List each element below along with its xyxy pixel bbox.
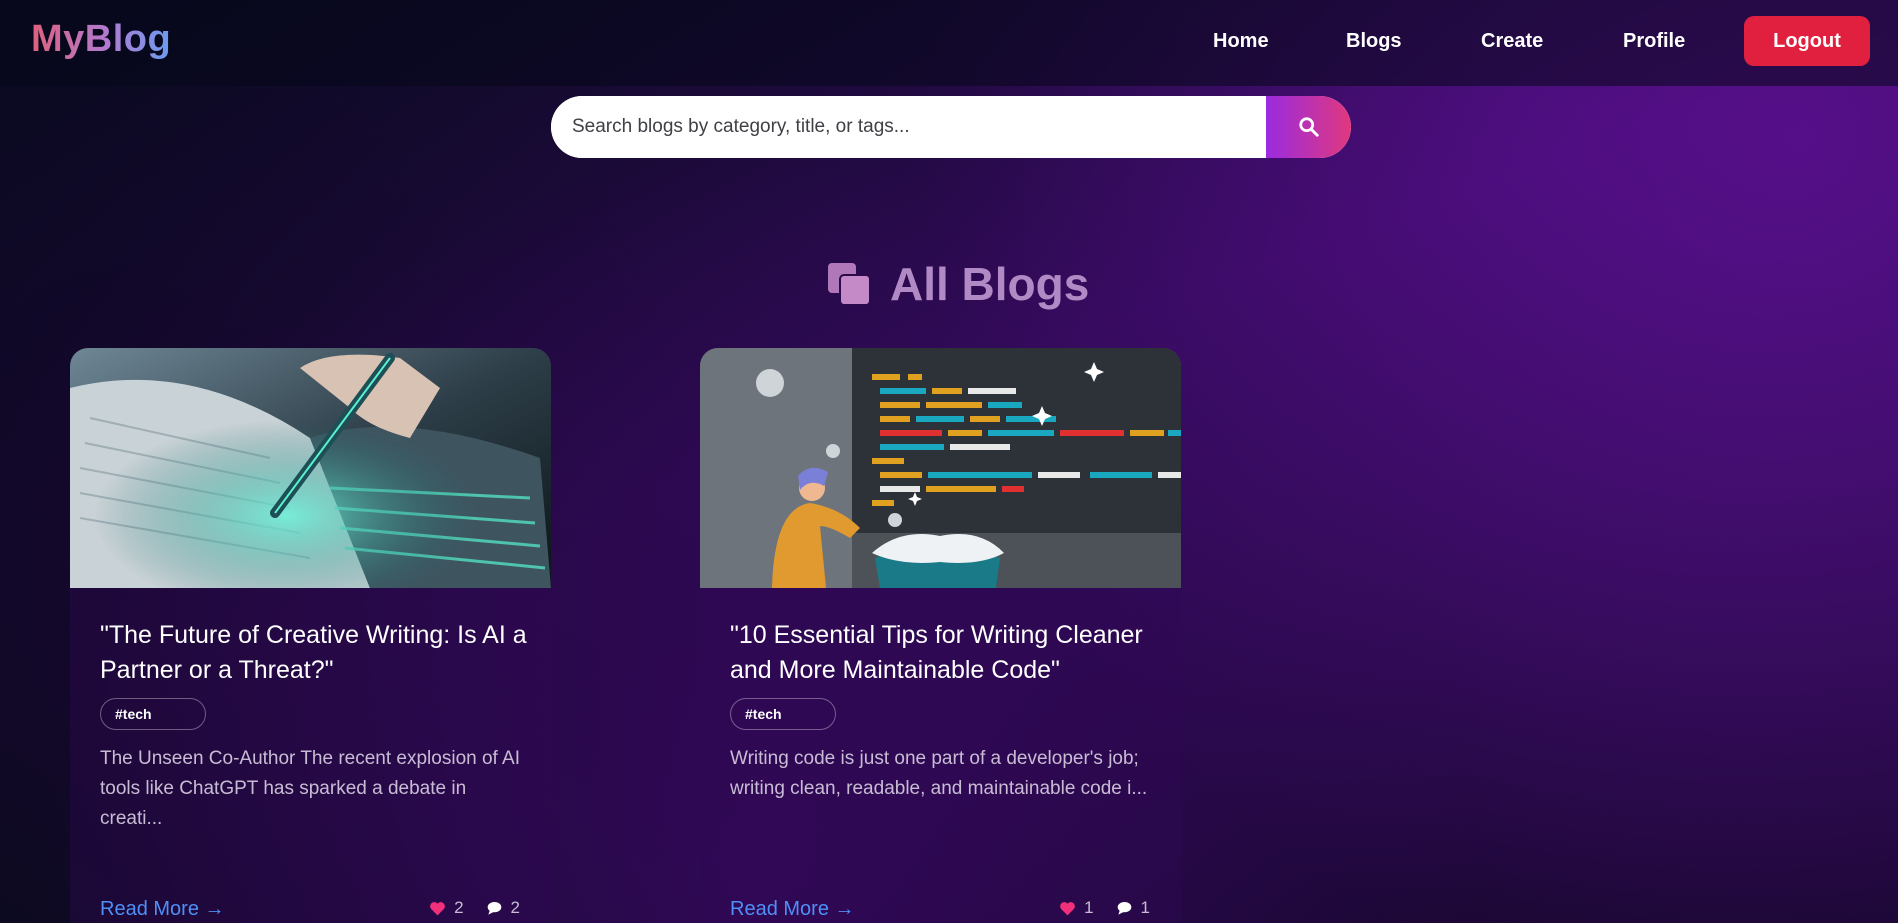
- comment-count-value: 2: [510, 898, 520, 917]
- comment-icon: [1117, 901, 1131, 915]
- comment-count[interactable]: 2: [486, 898, 520, 918]
- page-title: All Blogs: [890, 258, 1090, 310]
- comment-count-value: 1: [1140, 898, 1150, 917]
- card-body: "10 Essential Tips for Writing Cleaner a…: [730, 618, 1160, 804]
- blog-cover-image: [70, 348, 551, 588]
- brand-logo[interactable]: MyBlog: [31, 18, 171, 61]
- blog-excerpt: Writing code is just one part of a devel…: [730, 748, 1148, 799]
- card-stats: 1 1: [1037, 898, 1150, 918]
- logout-button[interactable]: Logout: [1744, 16, 1870, 66]
- blog-cover-image: [700, 348, 1181, 588]
- card-footer: Read More → 2 2: [100, 894, 520, 923]
- tag-badge[interactable]: #tech: [730, 698, 836, 730]
- card-body: "The Future of Creative Writing: Is AI a…: [100, 618, 530, 834]
- copy-icon: [828, 263, 871, 306]
- comment-icon: [487, 901, 501, 915]
- read-more-link[interactable]: Read More →: [730, 898, 855, 921]
- search-icon: [1298, 117, 1319, 137]
- search-button[interactable]: [1266, 96, 1351, 158]
- like-count-value: 1: [1084, 898, 1094, 917]
- nav-link-blogs[interactable]: Blogs: [1346, 30, 1402, 53]
- card-footer: Read More → 1 1: [730, 894, 1150, 923]
- tag-badge[interactable]: #tech: [100, 698, 206, 730]
- blog-title[interactable]: "The Future of Creative Writing: Is AI a…: [100, 618, 530, 688]
- search-bar: [551, 96, 1351, 158]
- blog-excerpt: The Unseen Co-Author The recent explosio…: [100, 748, 521, 829]
- nav-link-home[interactable]: Home: [1213, 30, 1269, 53]
- read-more-link[interactable]: Read More →: [100, 898, 225, 921]
- heart-icon: [1060, 901, 1075, 915]
- blog-card[interactable]: "10 Essential Tips for Writing Cleaner a…: [700, 348, 1181, 923]
- like-count-value: 2: [454, 898, 464, 917]
- search-input[interactable]: [551, 96, 1266, 158]
- heart-icon: [430, 901, 445, 915]
- top-navbar: MyBlog Home Blogs Create Profile Logout: [0, 0, 1898, 86]
- like-count[interactable]: 1: [1059, 898, 1094, 918]
- nav-link-create[interactable]: Create: [1481, 30, 1543, 53]
- blog-card[interactable]: "The Future of Creative Writing: Is AI a…: [70, 348, 551, 923]
- section-heading: All Blogs: [826, 256, 1089, 312]
- card-stats: 2 2: [407, 898, 520, 918]
- like-count[interactable]: 2: [429, 898, 464, 918]
- comment-count[interactable]: 1: [1116, 898, 1150, 918]
- nav-link-profile[interactable]: Profile: [1623, 30, 1685, 53]
- blog-title[interactable]: "10 Essential Tips for Writing Cleaner a…: [730, 618, 1160, 688]
